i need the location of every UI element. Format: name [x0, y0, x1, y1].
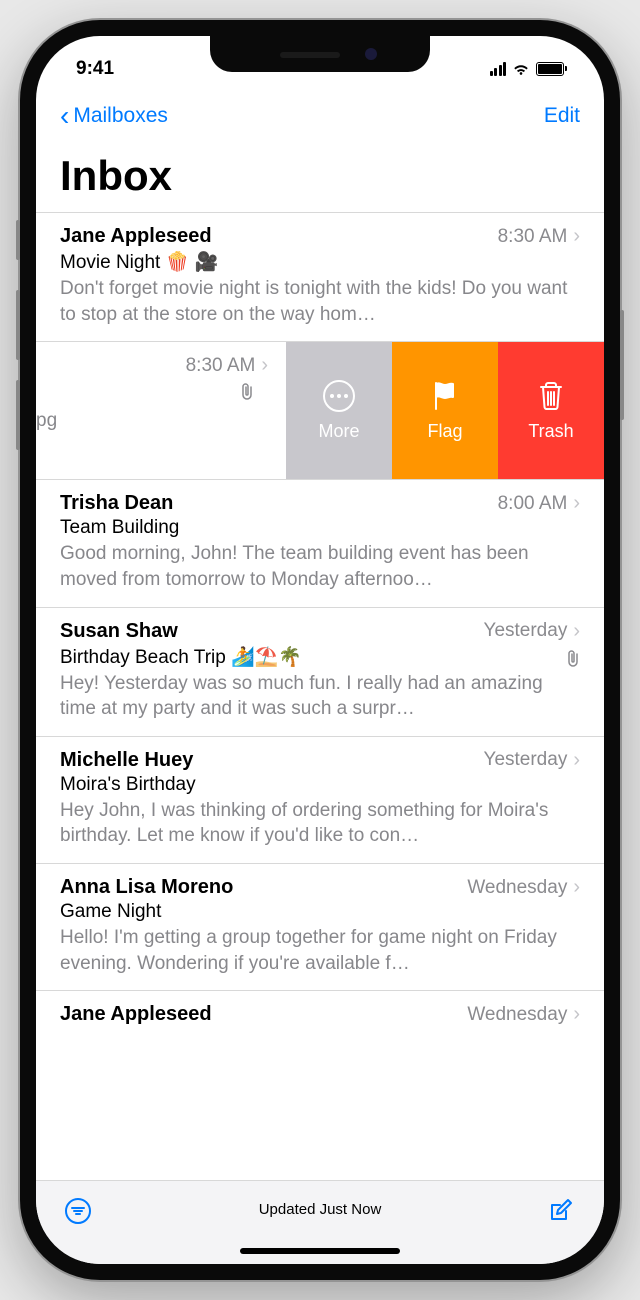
status-time: 9:41 — [76, 58, 114, 80]
battery-icon — [536, 62, 564, 76]
mail-item[interactable]: Jane Appleseed 8:30 AM › Movie Night 🍿 🎥… — [36, 212, 604, 341]
partial-text: pg — [36, 410, 57, 432]
filter-button[interactable] — [64, 1197, 94, 1227]
mail-subject: Birthday Beach Trip 🏄⛱️🌴 — [60, 645, 580, 669]
mail-subject: Movie Night 🍿 🎥 — [60, 250, 580, 274]
mail-sender: Jane Appleseed — [60, 1003, 212, 1026]
chevron-right-icon: › — [573, 749, 580, 772]
mail-item[interactable]: Susan Shaw Yesterday › Birthday Beach Tr… — [36, 607, 604, 736]
swipe-more-label: More — [318, 421, 359, 442]
chevron-right-icon: › — [573, 1003, 580, 1026]
mail-preview: Hello! I'm getting a group together for … — [60, 925, 580, 976]
mail-preview: Hey! Yesterday was so much fun. I really… — [60, 671, 580, 722]
mail-time: Wednesday — [467, 877, 567, 899]
nav-bar: ‹ Mailboxes Edit — [36, 88, 604, 138]
mail-subject: Team Building — [60, 517, 580, 539]
mail-sender: Trisha Dean — [60, 492, 173, 515]
mail-time: Yesterday — [484, 620, 568, 642]
mail-sender: Jane Appleseed — [60, 225, 212, 248]
mail-sender: Anna Lisa Moreno — [60, 876, 233, 899]
attachment-icon — [240, 383, 254, 406]
mail-time: 8:00 AM — [498, 493, 568, 515]
attachment-icon — [566, 650, 580, 673]
mail-time: Yesterday — [484, 749, 568, 771]
home-indicator[interactable] — [240, 1248, 400, 1254]
mail-preview: Don't forget movie night is tonight with… — [60, 276, 580, 327]
mail-item[interactable]: Anna Lisa Moreno Wednesday › Game Night … — [36, 863, 604, 990]
chevron-right-icon: › — [261, 354, 268, 377]
mail-list[interactable]: Jane Appleseed 8:30 AM › Movie Night 🍿 🎥… — [36, 212, 604, 1180]
cellular-icon — [490, 62, 507, 76]
mail-sender: Susan Shaw — [60, 620, 178, 643]
chevron-right-icon: › — [573, 620, 580, 643]
swipe-flag-label: Flag — [427, 421, 462, 442]
mail-preview: Hey John, I was thinking of ordering som… — [60, 798, 580, 849]
page-title: Inbox — [36, 138, 604, 212]
flag-icon — [428, 379, 462, 413]
back-button[interactable]: ‹ Mailboxes — [60, 102, 168, 130]
chevron-right-icon: › — [573, 492, 580, 515]
toolbar: Updated Just Now — [36, 1180, 604, 1264]
trash-icon — [534, 379, 568, 413]
mail-time: 8:30 AM — [186, 355, 256, 377]
toolbar-status: Updated Just Now — [259, 1201, 382, 1218]
swipe-trash-button[interactable]: Trash — [498, 342, 604, 479]
mail-sender: Michelle Huey — [60, 749, 193, 772]
swipe-more-button[interactable]: More — [286, 342, 392, 479]
compose-button[interactable] — [546, 1197, 576, 1227]
chevron-right-icon: › — [573, 876, 580, 899]
swipe-flag-button[interactable]: Flag — [392, 342, 498, 479]
mail-subject: Game Night — [60, 901, 580, 923]
mail-subject: Moira's Birthday — [60, 774, 580, 796]
swipe-trash-label: Trash — [528, 421, 573, 442]
more-icon — [322, 379, 356, 413]
mail-item-swiped[interactable]: pg 8:30 AM › More — [36, 341, 604, 479]
chevron-right-icon: › — [573, 225, 580, 248]
mail-item[interactable]: Trisha Dean 8:00 AM › Team Building Good… — [36, 479, 604, 606]
status-icons — [490, 62, 565, 76]
mail-time: 8:30 AM — [498, 226, 568, 248]
mail-time: Wednesday — [467, 1004, 567, 1026]
mail-item[interactable]: Michelle Huey Yesterday › Moira's Birthd… — [36, 736, 604, 863]
edit-button[interactable]: Edit — [544, 104, 580, 128]
mail-item[interactable]: Jane Appleseed Wednesday › — [36, 990, 604, 1030]
back-label: Mailboxes — [73, 104, 168, 128]
chevron-left-icon: ‹ — [60, 102, 69, 130]
wifi-icon — [512, 62, 530, 76]
mail-preview: Good morning, John! The team building ev… — [60, 541, 580, 592]
